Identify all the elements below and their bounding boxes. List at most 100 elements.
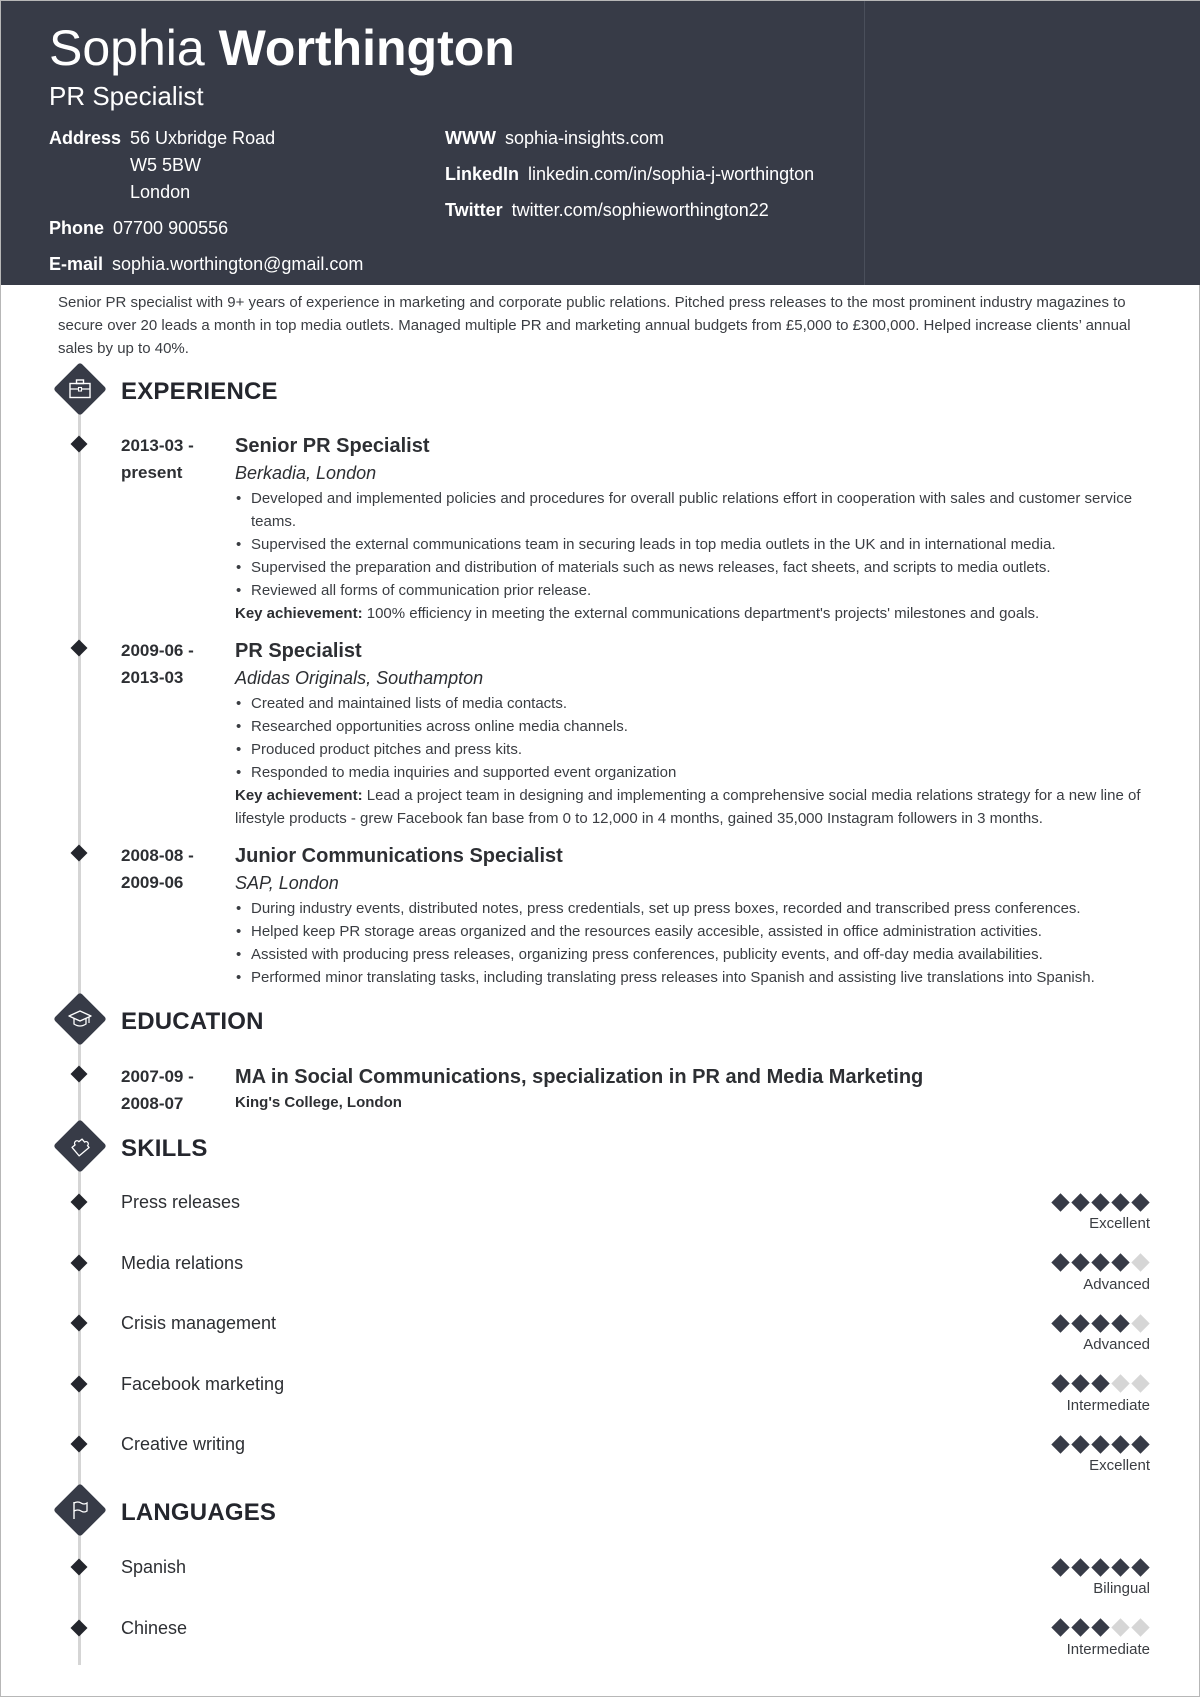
job-title: PR Specialist (235, 640, 362, 662)
section-title-experience: EXPERIENCE (121, 378, 278, 405)
date-end: 2009-06 (121, 873, 184, 892)
timeline-marker (70, 844, 88, 862)
rating-pips (1020, 1618, 1150, 1638)
contact-website: WWW sophia-insights.com (445, 125, 664, 152)
rating-level: Bilingual (1093, 1580, 1150, 1597)
job-bullet: Reviewed all forms of communication prio… (235, 579, 1155, 602)
rating-pip-filled (1091, 1435, 1110, 1454)
section-title-skills: SKILLS (121, 1135, 208, 1162)
skill-name: Facebook marketing (121, 1373, 285, 1394)
timeline-marker (70, 1314, 88, 1332)
resume-header: Sophia Worthington PR Specialist Address… (1, 1, 1200, 285)
date-start: 2008-08 - (121, 846, 194, 865)
rating-level: Excellent (1089, 1215, 1150, 1232)
rating-pip-filled (1091, 1313, 1110, 1333)
key-achievement: Key achievement: 100% efficiency in meet… (235, 602, 1155, 625)
timeline-marker (70, 435, 88, 453)
rating-pip-filled (1091, 1374, 1110, 1393)
timeline-marker (70, 1435, 88, 1453)
rating-pip-empty (1111, 1618, 1130, 1637)
rating-pip-filled (1111, 1192, 1130, 1212)
rating-pip-filled (1091, 1618, 1110, 1637)
contact-value[interactable]: twitter.com/sophieworthington22 (512, 197, 769, 224)
rating-level: Intermediate (1066, 1396, 1150, 1414)
language-name: Chinese (121, 1617, 188, 1638)
skill-name: Creative writing (121, 1434, 246, 1455)
rating-pip-filled (1091, 1253, 1110, 1272)
rating-pip-empty (1131, 1618, 1150, 1637)
date-end: 2008-07 (121, 1094, 184, 1113)
timeline-marker (70, 1375, 88, 1393)
job-entry: PR Specialist Adidas Originals, Southamp… (235, 638, 1155, 830)
job-bullet: Supervised the external communications t… (235, 533, 1155, 556)
key-achievement: Key achievement: Lead a project team in … (235, 784, 1155, 830)
job-dates: 2008-08 - 2009-06 (121, 842, 221, 896)
skill-name: Media relations (121, 1252, 244, 1273)
rating-pip-filled (1071, 1557, 1090, 1577)
timeline-marker (70, 1193, 88, 1211)
rating-pip-filled (1051, 1374, 1070, 1393)
date-end: 2013-03 (121, 668, 184, 687)
contact-value[interactable]: sophia-insights.com (505, 125, 664, 152)
rating-pips (1020, 1192, 1150, 1212)
date-start: 2009-06 - (121, 641, 194, 660)
skill-rating: Excellent (1020, 1192, 1150, 1235)
date-start: 2007-09 - (121, 1067, 194, 1086)
rating-pip-filled (1051, 1253, 1070, 1272)
skill-rating: Advanced (1020, 1253, 1150, 1296)
first-name: Sophia (49, 20, 205, 76)
job-entry: Junior Communications Specialist SAP, Lo… (235, 843, 1155, 989)
contact-linkedin: LinkedIn linkedin.com/in/sophia-j-worthi… (445, 161, 814, 188)
job-bullet: Assisted with producing press releases, … (235, 943, 1155, 966)
education-entry: MA in Social Communications, specializat… (235, 1064, 1155, 1116)
contact-label: WWW (445, 128, 496, 148)
job-company: Adidas Originals, Southampton (235, 668, 484, 688)
contact-email: E-mail sophia.worthington@gmail.com (49, 251, 363, 278)
key-achievement-label: Key achievement: (235, 787, 363, 804)
rating-pip-empty (1131, 1313, 1150, 1333)
rating-pips (1020, 1313, 1150, 1333)
job-bullets: During industry events, distributed note… (235, 897, 1155, 989)
contact-value[interactable]: sophia.worthington@gmail.com (112, 251, 363, 278)
rating-pip-filled (1091, 1557, 1110, 1577)
rating-pip-filled (1051, 1192, 1070, 1212)
contact-twitter: Twitter twitter.com/sophieworthington22 (445, 197, 769, 224)
skill-rating: Excellent (1020, 1434, 1150, 1477)
key-achievement-text: Lead a project team in designing and imp… (235, 787, 1141, 827)
key-achievement-text: 100% efficiency in meeting the external … (362, 605, 1040, 622)
rating-level: Advanced (1083, 1336, 1150, 1354)
timeline-marker (70, 1558, 88, 1576)
rating-pip-empty (1131, 1374, 1150, 1393)
job-company: SAP, London (235, 873, 339, 893)
professional-summary: Senior PR specialist with 9+ years of ex… (58, 294, 1131, 357)
rating-pip-filled (1111, 1435, 1130, 1454)
contact-label: Phone (49, 218, 105, 238)
experience-section-badge (53, 362, 107, 416)
address-line: London (130, 182, 191, 202)
rating-pip-filled (1131, 1192, 1150, 1212)
job-bullet: Developed and implemented policies and p… (235, 487, 1155, 533)
education-section-badge (53, 992, 107, 1046)
job-bullet: Researched opportunities across online m… (235, 715, 1155, 738)
contact-value[interactable]: linkedin.com/in/sophia-j-worthington (528, 161, 814, 188)
job-bullet: Responded to media inquiries and support… (235, 761, 1155, 784)
rating-level: Intermediate (1066, 1640, 1150, 1658)
timeline-marker (70, 1619, 88, 1637)
job-dates: 2009-06 - 2013-03 (121, 637, 221, 691)
rating-pip-filled (1071, 1618, 1090, 1637)
rating-pip-filled (1131, 1557, 1150, 1577)
contact-value: 07700 900556 (113, 218, 229, 238)
job-bullet: Created and maintained lists of media co… (235, 692, 1155, 715)
skill-rating: Intermediate (1020, 1374, 1150, 1417)
job-company: Berkadia, London (235, 463, 377, 483)
education-dates: 2007-09 - 2008-07 (121, 1063, 221, 1117)
job-entry: Senior PR Specialist Berkadia, London De… (235, 433, 1155, 625)
timeline-marker (70, 1065, 88, 1083)
rating-pip-filled (1131, 1435, 1150, 1454)
language-name: Spanish (121, 1557, 187, 1577)
skill-name: Press releases (121, 1192, 241, 1212)
address-line: W5 5BW (130, 155, 202, 175)
rating-pips (1020, 1374, 1150, 1394)
rating-pip-filled (1071, 1253, 1090, 1272)
job-title: Senior PR Specialist (235, 435, 430, 457)
